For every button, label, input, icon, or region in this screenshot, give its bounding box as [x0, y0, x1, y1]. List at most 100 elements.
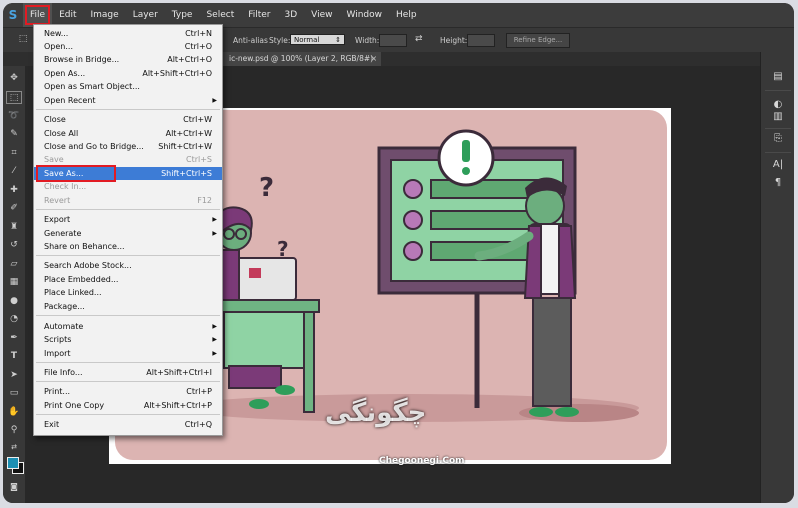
menu-3d[interactable]: 3D — [278, 3, 305, 27]
desk-leg — [303, 311, 315, 413]
menu-item-open[interactable]: Open... Ctrl+O — [34, 40, 222, 53]
dodge-icon[interactable]: ◔ — [6, 313, 22, 326]
menu-item-new[interactable]: New... Ctrl+N — [34, 27, 222, 40]
shape-icon[interactable]: ▭ — [6, 387, 22, 400]
menu-item-search-adobe-stock[interactable]: Search Adobe Stock... — [34, 259, 222, 272]
panel-divider — [765, 128, 791, 129]
board-bullet-2 — [403, 210, 423, 230]
photoshop-logo-icon: S — [8, 8, 18, 22]
watermark-url: Chegoonegi.Com — [379, 456, 465, 466]
pen-icon[interactable]: ✒ — [6, 332, 22, 345]
swap-dimensions-icon[interactable]: ⇄ — [415, 34, 423, 44]
student-legs — [228, 365, 282, 389]
menu-separator — [36, 381, 220, 382]
menu-item-automate[interactable]: Automate ▶ — [34, 320, 222, 333]
submenu-arrow-icon: ▶ — [212, 323, 217, 330]
lasso-icon[interactable]: ➰ — [6, 110, 22, 123]
panel-divider — [765, 152, 791, 153]
stamp-icon[interactable]: ♜ — [6, 221, 22, 234]
menu-item-package[interactable]: Package... — [34, 300, 222, 313]
style-select[interactable]: Normal ⇕ — [290, 34, 345, 45]
student-shoe-left — [249, 399, 269, 409]
menu-item-print[interactable]: Print... Ctrl+P — [34, 385, 222, 398]
menu-item-scripts[interactable]: Scripts ▶ — [34, 333, 222, 346]
hand-icon[interactable]: ✋ — [6, 406, 22, 419]
eraser-icon[interactable]: ▱ — [6, 258, 22, 271]
select-arrow-icon: ⇕ — [335, 36, 341, 44]
type-icon[interactable]: T — [6, 350, 22, 363]
exclamation-bar — [462, 140, 470, 162]
menu-help[interactable]: Help — [389, 3, 424, 27]
swap-colors-icon[interactable]: ⇄ — [6, 441, 22, 454]
menu-filter[interactable]: Filter — [241, 3, 277, 27]
submenu-arrow-icon: ▶ — [212, 216, 217, 223]
menu-view[interactable]: View — [304, 3, 339, 27]
menu-window[interactable]: Window — [340, 3, 390, 27]
menu-item-share-behance[interactable]: Share on Behance... — [34, 240, 222, 253]
menu-item-place-linked[interactable]: Place Linked... — [34, 286, 222, 299]
zoom-icon[interactable]: ⚲ — [6, 424, 22, 437]
file-menu-dropdown: New... Ctrl+N Open... Ctrl+O Browse in Bri… — [33, 24, 223, 436]
style-select-value: Normal — [294, 36, 320, 44]
gradient-icon[interactable]: ▦ — [6, 276, 22, 289]
move-icon[interactable]: ✥ — [6, 72, 22, 85]
height-label: Height: — [440, 36, 468, 45]
history-brush-icon[interactable]: ↺ — [6, 239, 22, 252]
brush-icon[interactable]: ✐ — [6, 202, 22, 215]
anti-alias-label: Anti-alias — [233, 36, 268, 45]
width-input[interactable] — [379, 34, 407, 47]
menu-item-open-smart-object[interactable]: Open as Smart Object... — [34, 80, 222, 93]
photoshop-window: S File Edit Image Layer Type Select Filt… — [3, 3, 794, 503]
menu-item-close-all[interactable]: Close All Alt+Ctrl+W — [34, 127, 222, 140]
refine-edge-button[interactable]: Refine Edge... — [506, 33, 570, 48]
teacher-pants — [532, 297, 572, 407]
menu-item-open-recent[interactable]: Open Recent ▶ — [34, 94, 222, 107]
menu-item-close-go-bridge[interactable]: Close and Go to Bridge... Shift+Ctrl+W — [34, 140, 222, 153]
close-tab-icon[interactable]: × — [371, 52, 377, 66]
width-label: Width: — [355, 36, 380, 45]
blur-icon[interactable]: ● — [6, 295, 22, 308]
quick-select-icon[interactable]: ✎ — [6, 128, 22, 141]
menu-item-print-one-copy[interactable]: Print One Copy Alt+Shift+Ctrl+P — [34, 399, 222, 412]
foreground-color-swatch[interactable] — [7, 457, 19, 469]
board-bullet-3 — [403, 241, 423, 261]
submenu-arrow-icon: ▶ — [212, 97, 217, 104]
menu-item-close[interactable]: Close Ctrl+W — [34, 113, 222, 126]
marquee-icon[interactable]: ⬚ — [6, 91, 22, 104]
menu-item-generate[interactable]: Generate ▶ — [34, 227, 222, 240]
healing-icon[interactable]: ✚ — [6, 184, 22, 197]
document-tab-title: ic-new.psd @ 100% (Layer 2, RGB/8#) — [229, 54, 374, 63]
teacher-shoe-right — [555, 407, 579, 417]
menu-item-import[interactable]: Import ▶ — [34, 347, 222, 360]
paragraph-icon[interactable]: ¶ — [769, 176, 787, 190]
path-select-icon[interactable]: ➤ — [6, 369, 22, 382]
eyedropper-icon[interactable]: ⁄ — [6, 165, 22, 178]
history-icon[interactable]: ⎘ — [769, 132, 787, 146]
laptop-sticker — [249, 268, 261, 278]
menu-item-place-embedded[interactable]: Place Embedded... — [34, 273, 222, 286]
quick-mask-icon[interactable]: ◙ — [6, 480, 22, 493]
menu-separator — [36, 362, 220, 363]
exclamation-dot — [462, 167, 470, 175]
crop-icon[interactable]: ⌗ — [6, 147, 22, 160]
properties-icon[interactable]: ▥ — [769, 110, 787, 124]
marquee-options-icon[interactable]: ⬚ — [15, 33, 31, 46]
menu-item-file-info[interactable]: File Info... Alt+Shift+Ctrl+I — [34, 366, 222, 379]
style-label: Style: — [269, 36, 291, 45]
menu-item-export[interactable]: Export ▶ — [34, 213, 222, 226]
menu-item-exit[interactable]: Exit Ctrl+Q — [34, 418, 222, 431]
layers-icon[interactable]: ▤ — [769, 70, 787, 84]
height-input[interactable] — [467, 34, 495, 47]
character-icon[interactable]: A| — [769, 158, 787, 172]
menu-item-revert[interactable]: Revert F12 — [34, 194, 222, 207]
right-panel-dock: ▤ ◐ ▥ ⎘ A| ¶ — [760, 52, 794, 503]
menu-item-browse-in-bridge[interactable]: Browse in Bridge... Alt+Ctrl+O — [34, 53, 222, 66]
menu-item-open-as[interactable]: Open As... Alt+Shift+Ctrl+O — [34, 67, 222, 80]
screenshot-frame: S File Edit Image Layer Type Select Filt… — [0, 0, 798, 508]
laptop — [233, 257, 297, 301]
desk-top — [208, 299, 320, 313]
document-tab[interactable]: ic-new.psd @ 100% (Layer 2, RGB/8#) × — [223, 52, 381, 66]
submenu-arrow-icon: ▶ — [212, 336, 217, 343]
desk-front — [223, 311, 310, 369]
board-bullet-1 — [403, 179, 423, 199]
